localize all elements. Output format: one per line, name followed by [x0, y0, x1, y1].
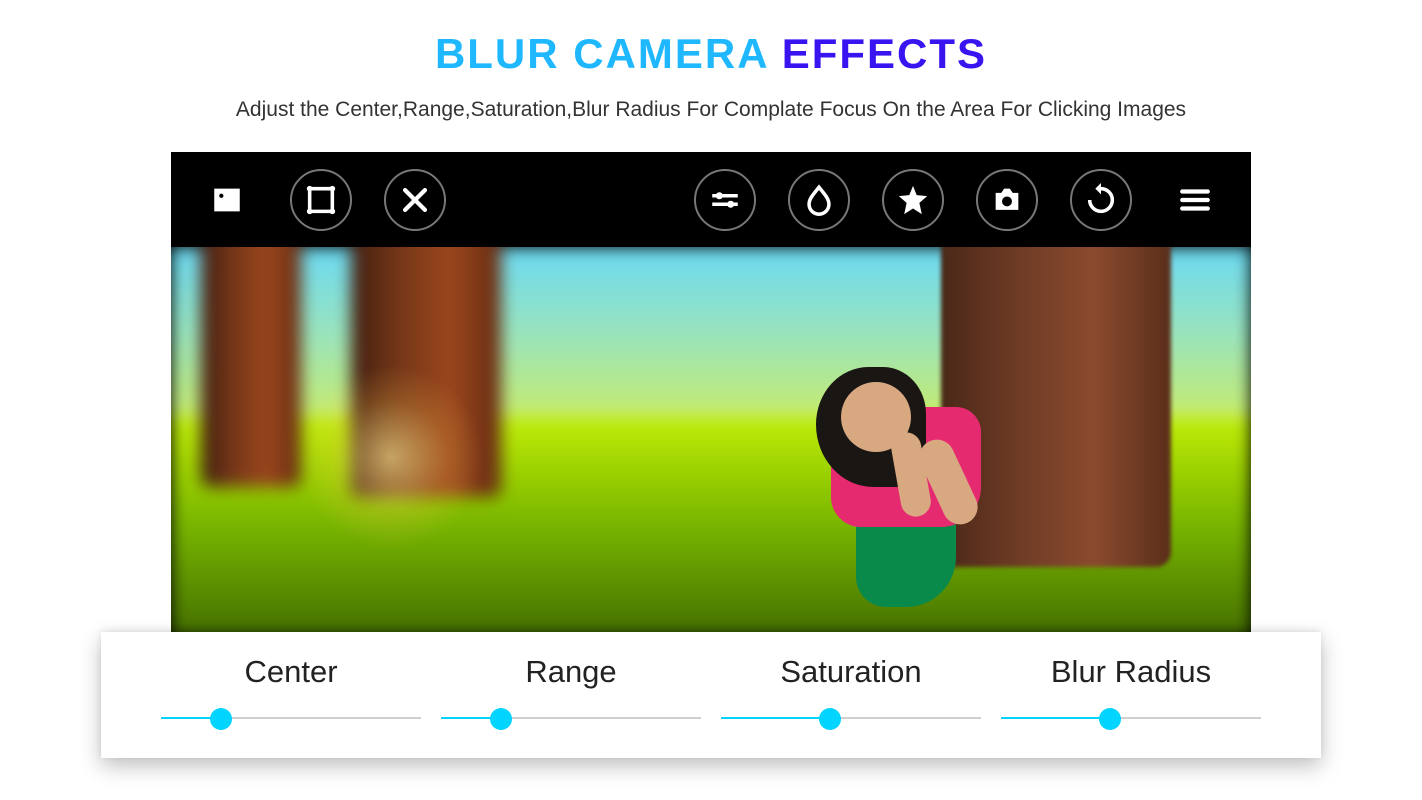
subtitle: Adjust the Center,Range,Saturation,Blur …: [0, 98, 1422, 122]
menu-button[interactable]: [1164, 169, 1226, 231]
slider-blur-radius: Blur Radius: [1001, 654, 1261, 728]
slider-blur-radius-track[interactable]: [1001, 708, 1261, 728]
page-title: BLUR CAMERA EFFECTS: [0, 30, 1422, 78]
slider-thumb[interactable]: [1099, 708, 1121, 730]
camera-button[interactable]: [976, 169, 1038, 231]
slider-thumb[interactable]: [210, 708, 232, 730]
crop-icon: [304, 183, 338, 217]
slider-saturation-track[interactable]: [721, 708, 981, 728]
refresh-icon: [1084, 183, 1118, 217]
close-icon: [398, 183, 432, 217]
preview-image: [171, 247, 1251, 637]
menu-icon: [1178, 183, 1212, 217]
slider-label: Blur Radius: [1001, 654, 1261, 690]
star-icon: [896, 183, 930, 217]
crop-button[interactable]: [290, 169, 352, 231]
droplet-icon: [802, 183, 836, 217]
title-part1: BLUR CAMERA: [435, 30, 782, 77]
toolbar: [171, 152, 1251, 247]
title-part2: EFFECTS: [782, 30, 987, 77]
star-button[interactable]: [882, 169, 944, 231]
slider-saturation: Saturation: [721, 654, 981, 728]
adjust-button[interactable]: [694, 169, 756, 231]
gallery-button[interactable]: [196, 169, 258, 231]
slider-range-track[interactable]: [441, 708, 701, 728]
sliders-panel: Center Range Saturation Blur Radius: [101, 632, 1321, 758]
close-button[interactable]: [384, 169, 446, 231]
droplet-button[interactable]: [788, 169, 850, 231]
slider-label: Saturation: [721, 654, 981, 690]
slider-center: Center: [161, 654, 421, 728]
slider-center-track[interactable]: [161, 708, 421, 728]
camera-icon: [990, 183, 1024, 217]
slider-label: Center: [161, 654, 421, 690]
editor-card: [171, 152, 1251, 637]
slider-thumb[interactable]: [490, 708, 512, 730]
gallery-icon: [210, 183, 244, 217]
slider-thumb[interactable]: [819, 708, 841, 730]
sliders-icon: [708, 183, 742, 217]
refresh-button[interactable]: [1070, 169, 1132, 231]
slider-label: Range: [441, 654, 701, 690]
slider-range: Range: [441, 654, 701, 728]
